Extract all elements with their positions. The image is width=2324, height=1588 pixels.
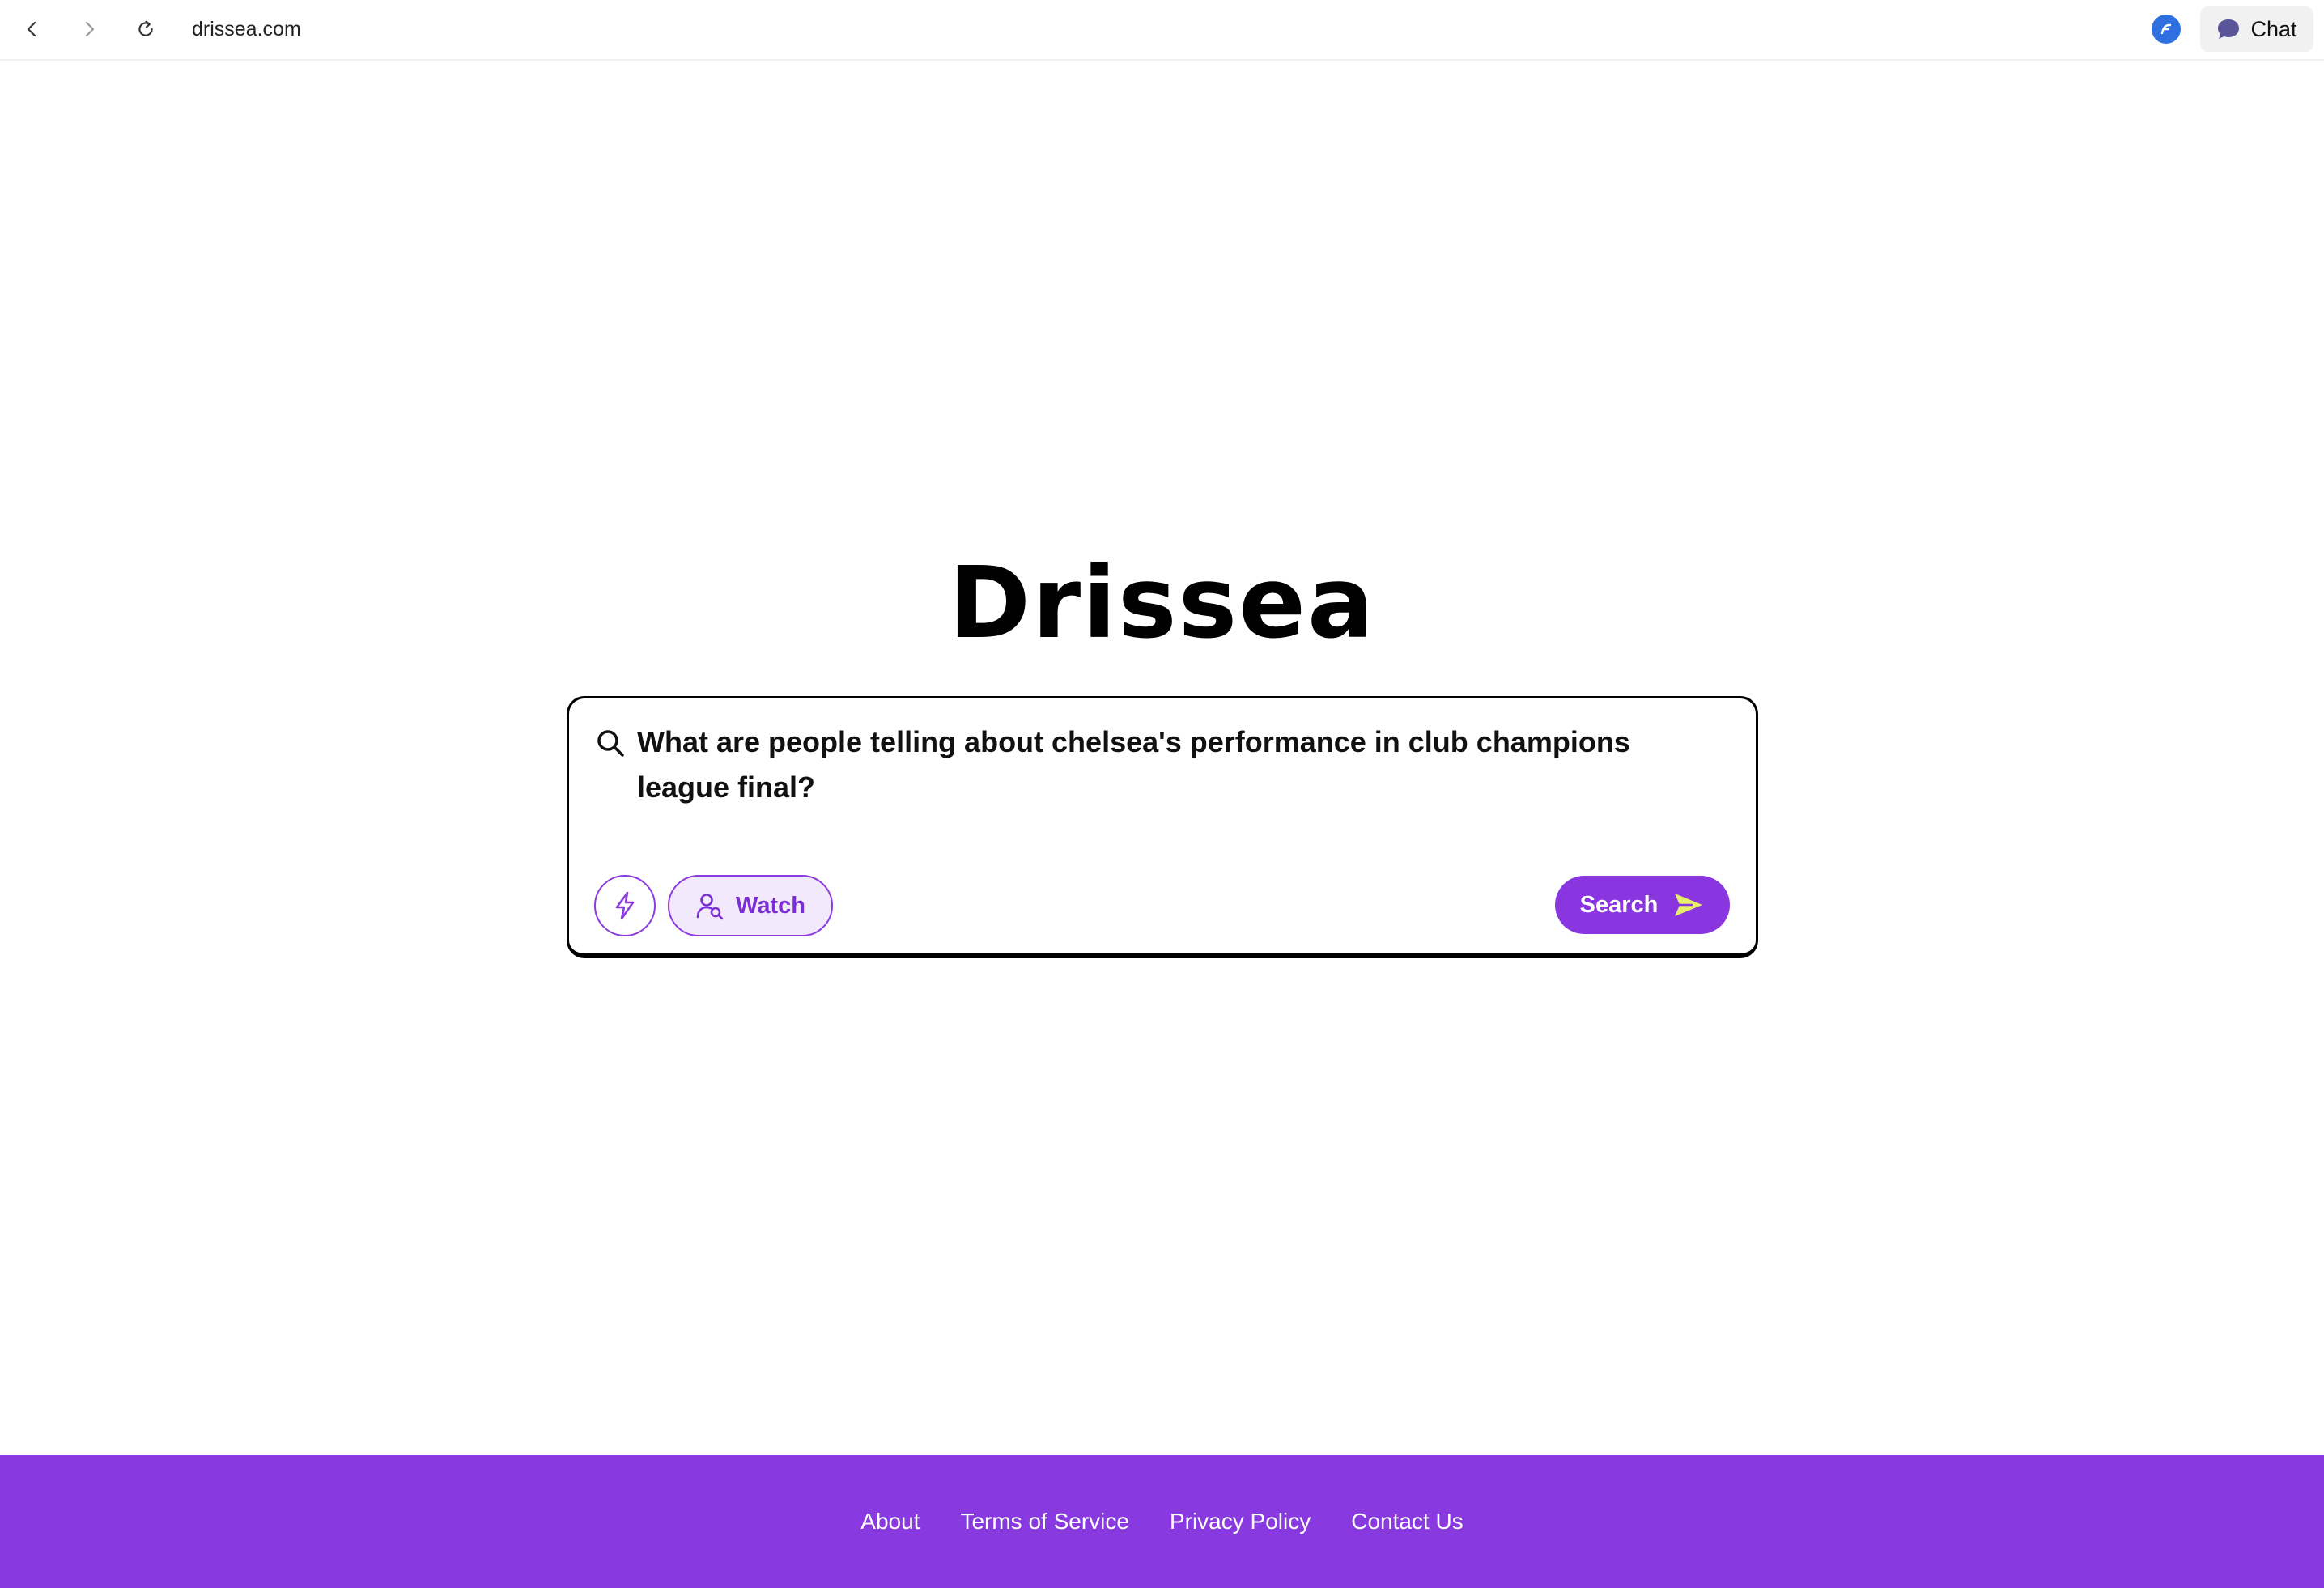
extension-logo-icon[interactable] [2152, 15, 2181, 44]
address-bar[interactable]: drissea.com [192, 16, 301, 42]
chevron-right-icon [85, 21, 95, 37]
chevron-left-icon [27, 21, 36, 37]
lightning-bolt-icon [615, 891, 635, 920]
footer-link-about[interactable]: About [860, 1509, 920, 1535]
chat-button[interactable]: Chat [2200, 6, 2313, 52]
watch-button[interactable]: Watch [668, 875, 833, 936]
search-input[interactable]: What are people telling about chelsea's … [637, 720, 1722, 810]
user-search-icon [696, 894, 724, 920]
search-box: What are people telling about chelsea's … [567, 696, 1758, 958]
footer-link-terms[interactable]: Terms of Service [960, 1509, 1129, 1535]
forward-button[interactable] [73, 13, 105, 45]
search-button-label: Search [1579, 891, 1659, 918]
search-icon [597, 730, 624, 757]
reload-icon [138, 20, 153, 36]
chat-bubble-icon [2218, 19, 2240, 39]
search-button[interactable]: Search [1555, 876, 1730, 934]
footer: About Terms of Service Privacy Policy Co… [0, 1455, 2324, 1588]
send-arrow-icon [1675, 894, 1703, 916]
browser-toolbar: drissea.com Chat [0, 0, 2324, 61]
back-button[interactable] [16, 13, 49, 45]
chat-button-label: Chat [2250, 16, 2297, 41]
watch-button-label: Watch [736, 892, 805, 919]
reload-button[interactable] [130, 13, 162, 45]
site-logo: Drissea [948, 546, 1376, 660]
footer-link-privacy[interactable]: Privacy Policy [1170, 1509, 1311, 1535]
quick-mode-button[interactable] [594, 875, 656, 936]
footer-link-contact[interactable]: Contact Us [1351, 1509, 1464, 1535]
